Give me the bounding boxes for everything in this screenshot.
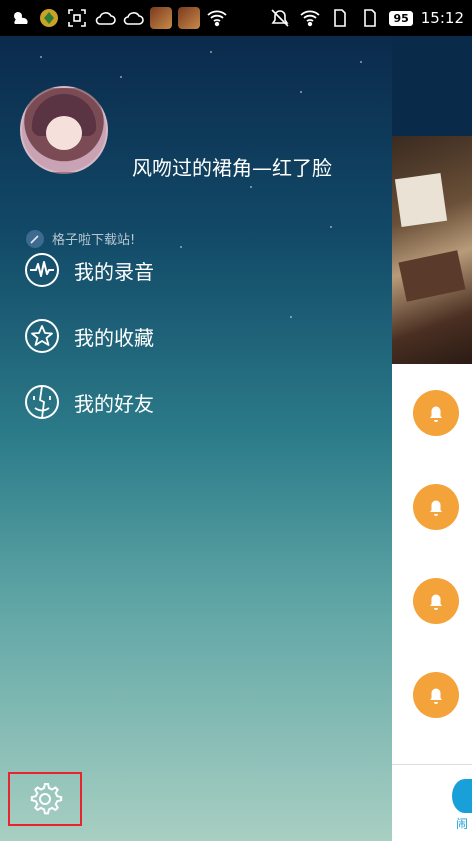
bell-icon [430,594,442,610]
star-decoration [300,91,302,93]
star-decoration [120,76,122,78]
star-icon [25,319,59,353]
battery-level: 95 [389,10,413,26]
status-bar-left [0,7,228,29]
alarm-bell-button[interactable] [413,484,459,530]
screenshot-icon [66,7,88,29]
pencil-icon [26,229,44,248]
wifi-icon [206,7,228,29]
star-decoration [360,61,362,63]
sim-icon [359,7,381,29]
menu-item-friends[interactable]: 我的好友 [24,384,154,420]
signature-row[interactable]: 格子啦下载站! [26,229,135,248]
header-background [392,36,472,136]
sim-icon [329,7,351,29]
game-icon [178,7,200,29]
gear-icon [30,783,63,815]
bottom-tab-bar: 闹 [392,764,472,841]
status-bar-right: 95 15:12 [269,0,464,36]
waveform-icon [25,253,59,287]
wifi-icon [299,7,321,29]
star-decoration [330,226,332,228]
alarm-tab-icon[interactable] [452,779,472,813]
alarm-bell-button[interactable] [413,672,459,718]
banner-image[interactable] [392,136,472,364]
settings-button[interactable] [8,772,82,826]
avatar-face [46,116,82,150]
avatar[interactable] [20,86,108,174]
cloud-icon [94,7,116,29]
bell-icon [430,406,442,422]
navigation-drawer: 风吻过的裙角—红了脸 格子啦下载站! 我的录音 我的收藏 我的好友 [0,36,392,841]
weather-icon [10,7,32,29]
mute-icon [269,7,291,29]
star-decoration [250,186,252,188]
banner-card [398,250,466,302]
star-decoration [210,51,212,53]
bell-icon [430,500,442,516]
username[interactable]: 风吻过的裙角—红了脸 [132,152,332,181]
menu-item-recordings[interactable]: 我的录音 [24,252,154,288]
app-icon [38,7,60,29]
friends-icon [25,385,59,419]
alarm-bell-button[interactable] [413,578,459,624]
status-bar: 95 15:12 [0,0,472,36]
star-decoration [180,246,182,248]
bell-icon [430,688,442,704]
menu-label-recordings: 我的录音 [74,259,154,284]
menu-item-favorites[interactable]: 我的收藏 [24,318,154,354]
cloud-icon [122,7,144,29]
menu-label-friends: 我的好友 [74,391,154,416]
menu-label-favorites: 我的收藏 [74,325,154,350]
star-decoration [290,316,292,318]
main-content-peek: 闹 [392,36,472,841]
game-icon [150,7,172,29]
banner-card [394,173,448,227]
clock: 15:12 [420,9,464,27]
alarm-tab-label[interactable]: 闹 [456,815,468,832]
alarm-bell-button[interactable] [413,390,459,436]
star-decoration [40,56,42,58]
signature-text: 格子啦下载站! [52,233,136,248]
